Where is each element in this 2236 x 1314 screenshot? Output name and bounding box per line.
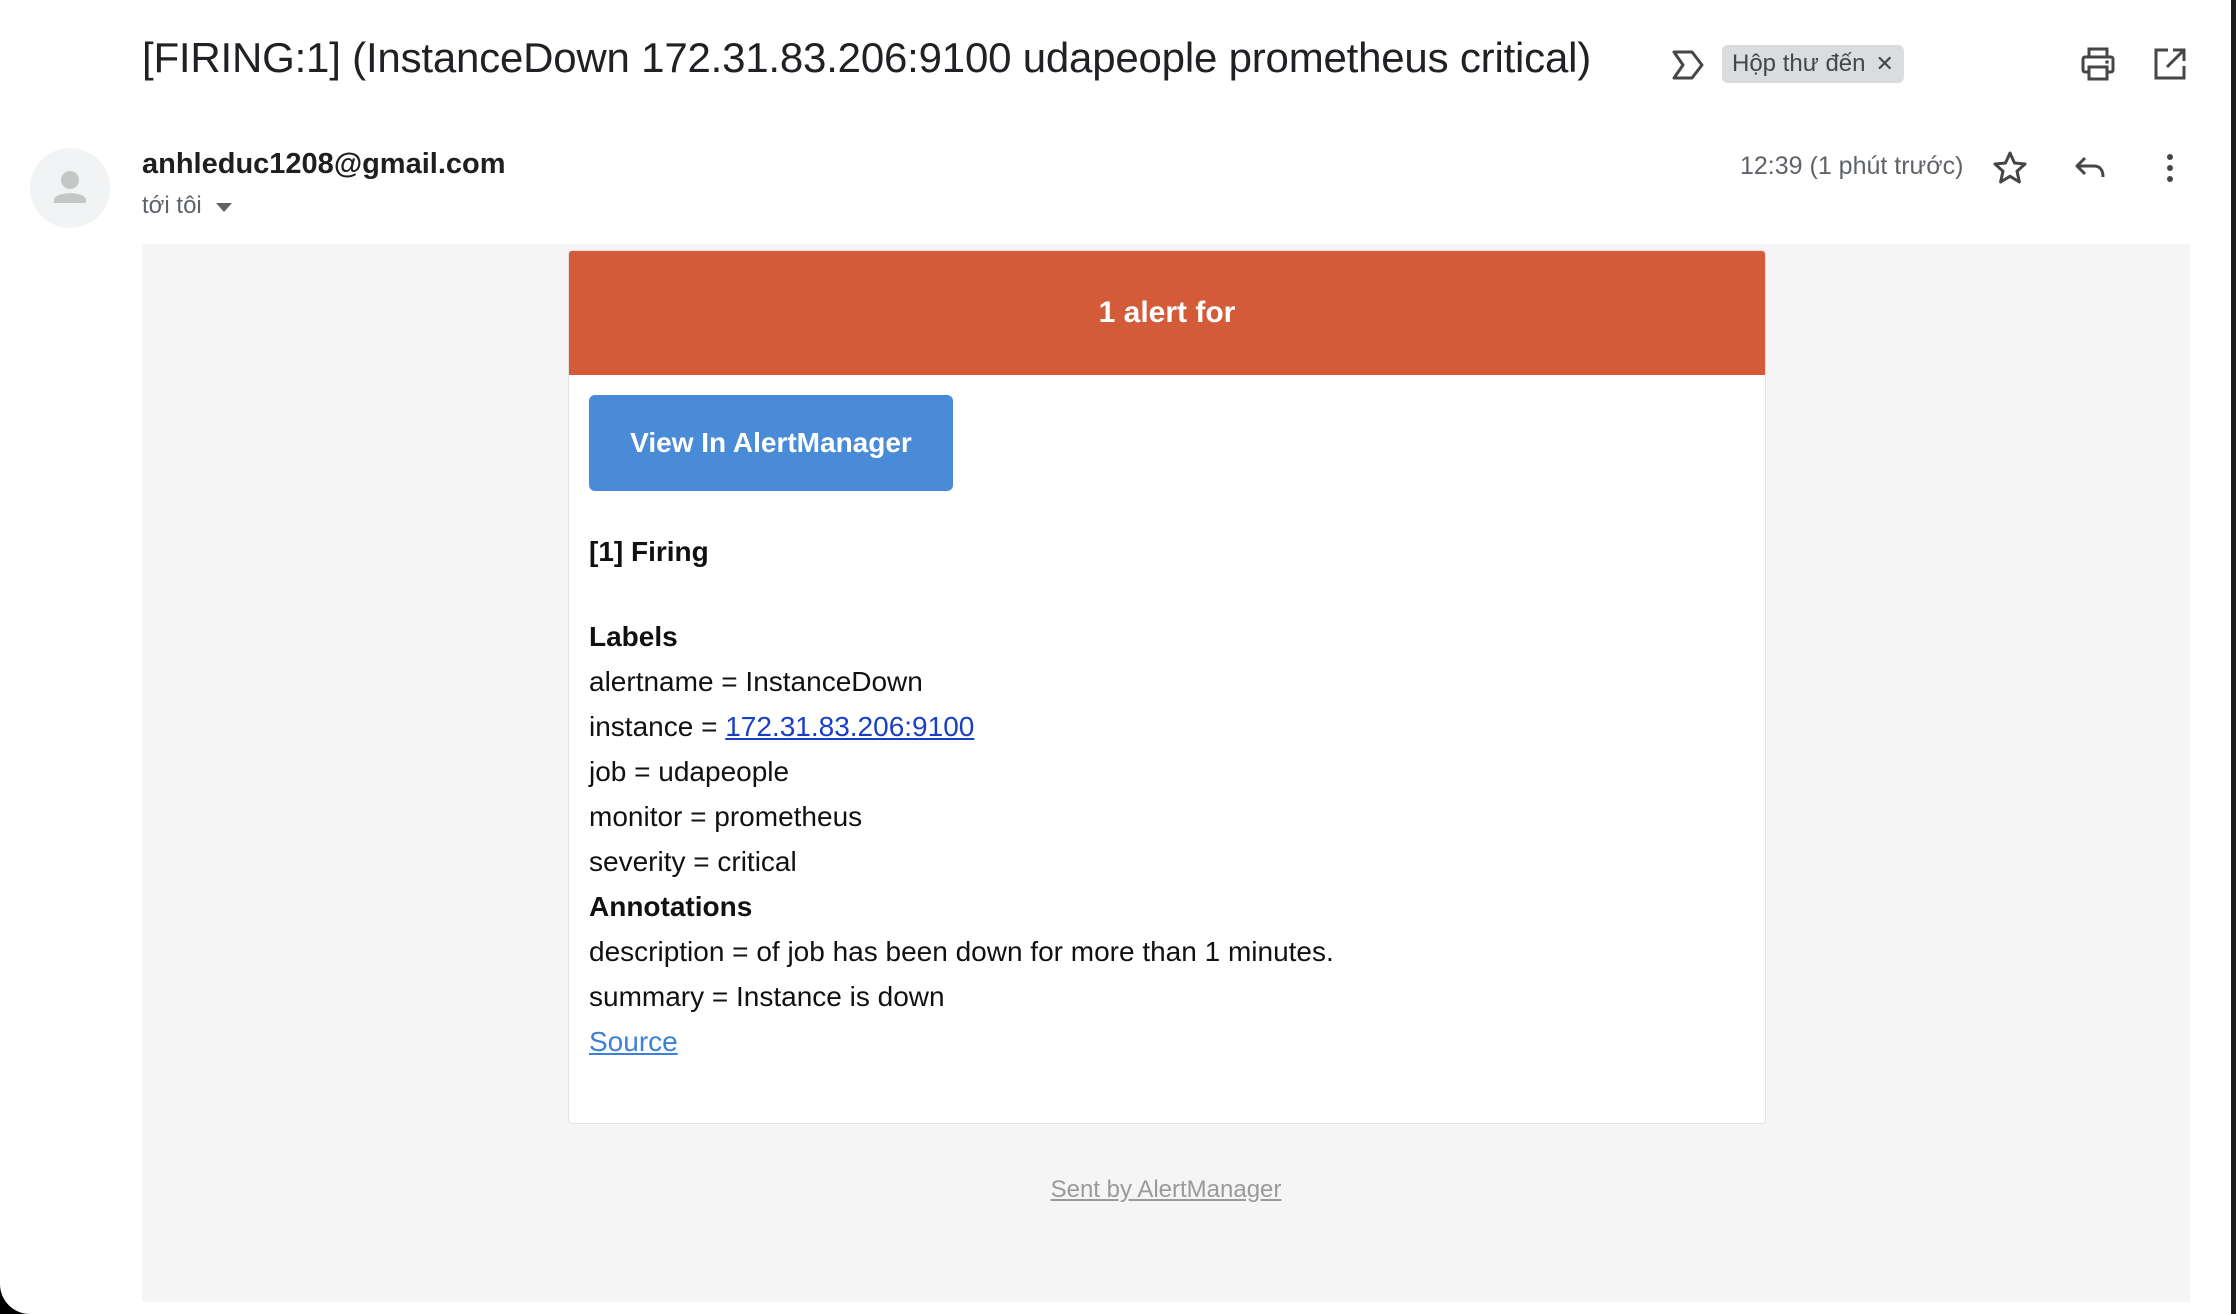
label-instance: instance = 172.31.83.206:9100 <box>589 704 1334 749</box>
avatar[interactable] <box>30 148 110 228</box>
close-icon[interactable]: ✕ <box>1876 53 1894 75</box>
label-severity: severity = critical <box>589 846 797 877</box>
caret-down-icon[interactable] <box>215 203 232 212</box>
email-subject: [FIRING:1] (InstanceDown 172.31.83.206:9… <box>142 34 1592 81</box>
recipient-text: tới tôi <box>142 192 202 219</box>
label-job: job = udapeople <box>589 756 790 787</box>
window-edge <box>2231 0 2236 1314</box>
email-body: 1 alert for View In AlertManager [1] Fir… <box>142 244 2190 1302</box>
source-link[interactable]: Source <box>589 1026 678 1057</box>
open-in-new-icon[interactable] <box>2150 44 2190 84</box>
person-icon <box>54 171 86 203</box>
firing-title: [1] Firing <box>589 536 709 567</box>
sent-by-alertmanager-link[interactable]: Sent by AlertManager <box>1051 1176 1282 1203</box>
alert-card: 1 alert for View In AlertManager [1] Fir… <box>568 250 1766 1124</box>
sender-email[interactable]: anhleduc1208@gmail.com <box>142 148 506 181</box>
annotation-summary: summary = Instance is down <box>589 981 945 1012</box>
inbox-label-text: Hộp thư đến <box>1732 50 1866 77</box>
annotations-heading: Annotations <box>589 891 753 922</box>
alert-header: 1 alert for <box>569 251 1765 375</box>
footer: Sent by AlertManager <box>142 1176 2190 1204</box>
label-alertname: alertname = InstanceDown <box>589 666 923 697</box>
inbox-label-chip[interactable]: Hộp thư đến ✕ <box>1722 45 1904 83</box>
print-icon[interactable] <box>2078 44 2118 84</box>
labels-heading: Labels <box>589 621 678 652</box>
star-icon[interactable] <box>1990 148 2030 188</box>
recipient-details-toggle[interactable]: tới tôi <box>142 192 232 220</box>
reply-icon[interactable] <box>2070 148 2110 188</box>
more-vert-icon[interactable] <box>2150 148 2190 188</box>
important-marker-icon[interactable] <box>1670 48 1706 82</box>
annotation-description: description = of job has been down for m… <box>589 936 1334 967</box>
view-in-alertmanager-button[interactable]: View In AlertManager <box>589 395 953 491</box>
email-timestamp: 12:39 (1 phút trước) <box>1740 152 1964 180</box>
page: [FIRING:1] (InstanceDown 172.31.83.206:9… <box>0 0 2236 1314</box>
label-instance-key: instance = <box>589 711 726 742</box>
instance-link[interactable]: 172.31.83.206:9100 <box>725 711 974 742</box>
label-monitor: monitor = prometheus <box>589 801 863 832</box>
email-view: [FIRING:1] (InstanceDown 172.31.83.206:9… <box>0 0 2231 1314</box>
alert-details: [1] Firing Labels alertname = InstanceDo… <box>589 529 1334 1064</box>
